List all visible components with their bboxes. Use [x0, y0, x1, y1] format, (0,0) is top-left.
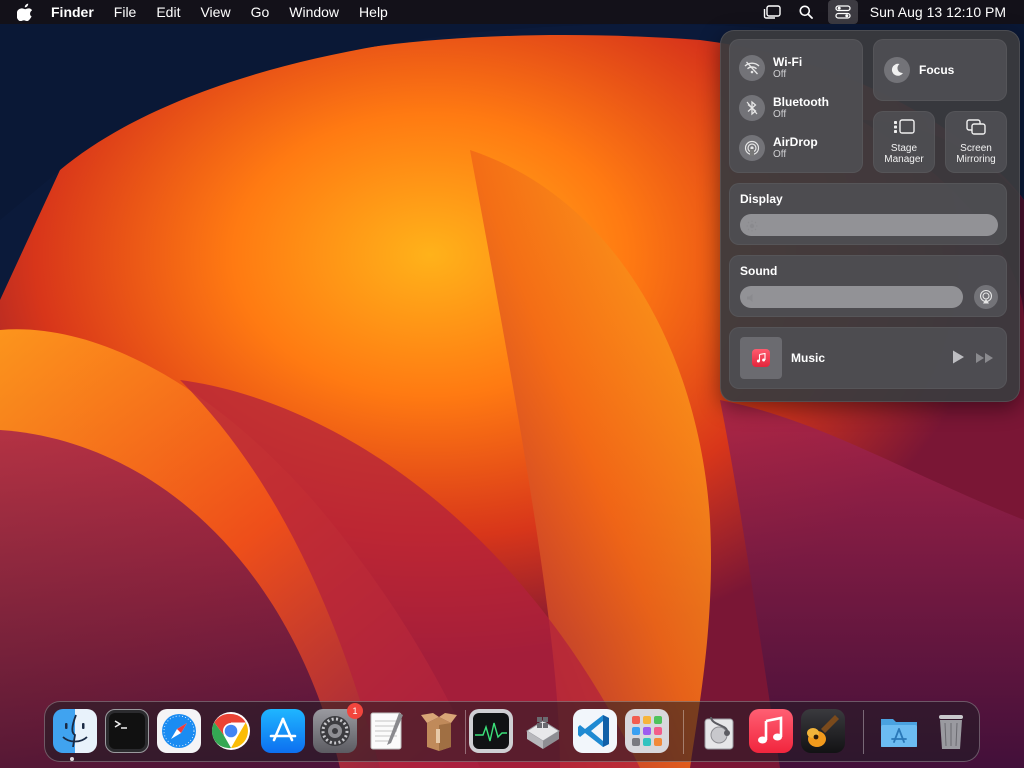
safari-icon[interactable]: [157, 709, 201, 753]
menu-bar: Finder File Edit View Go Window Help Sun…: [0, 0, 1024, 24]
stage-manager-icon[interactable]: [760, 0, 784, 24]
fast-forward-icon[interactable]: [975, 351, 995, 369]
airdrop-toggle[interactable]: AirDrop Off: [739, 135, 818, 161]
trash-icon[interactable]: [929, 709, 973, 753]
app-store-icon[interactable]: [261, 709, 305, 753]
sound-tile: Sound: [729, 255, 1007, 317]
connectivity-tile: Wi-Fi Off Bluetooth Off AirDrop Off: [729, 39, 863, 173]
settings-notification-badge: 1: [347, 703, 363, 719]
now-playing-tile[interactable]: Music: [729, 327, 1007, 389]
menu-view[interactable]: View: [200, 0, 230, 24]
terminal-icon[interactable]: [105, 709, 149, 753]
play-icon[interactable]: [951, 349, 965, 370]
bluetooth-status: Off: [773, 109, 787, 120]
sound-label: Sound: [740, 264, 778, 278]
screen-mirroring-label-line1: Screen: [960, 143, 992, 154]
wifi-label: Wi-Fi: [773, 55, 803, 69]
brightness-slider[interactable]: [740, 214, 998, 236]
stage-manager-icon: [873, 119, 935, 135]
music-icon[interactable]: [749, 709, 793, 753]
menu-file[interactable]: File: [114, 0, 137, 24]
control-center-panel: Wi-Fi Off Bluetooth Off AirDrop Off Focu…: [720, 30, 1020, 402]
chrome-icon[interactable]: [209, 709, 253, 753]
airdrop-status: Off: [773, 149, 787, 160]
finder-running-indicator: [70, 757, 74, 761]
dock-separator: [863, 710, 864, 754]
garageband-icon[interactable]: [801, 709, 845, 753]
airdrop-icon: [739, 135, 765, 161]
dock-separator: [683, 710, 684, 754]
stage-manager-label-line2: Manager: [884, 154, 924, 165]
wifi-toggle[interactable]: Wi-Fi Off: [739, 55, 802, 81]
textedit-icon[interactable]: [365, 709, 409, 753]
bluetooth-off-icon: [739, 95, 765, 121]
airplay-audio-icon[interactable]: [974, 285, 998, 309]
finder-icon[interactable]: [53, 709, 97, 753]
menu-edit[interactable]: Edit: [156, 0, 180, 24]
music-note-icon: [752, 349, 770, 367]
control-center-icon[interactable]: [827, 0, 858, 24]
screen-mirroring-icon: [945, 119, 1007, 135]
menu-window[interactable]: Window: [289, 0, 339, 24]
display-label: Display: [740, 192, 783, 206]
bluetooth-label: Bluetooth: [773, 95, 829, 109]
speaker-icon: [746, 291, 758, 309]
menu-go[interactable]: Go: [251, 0, 270, 24]
disk-utility-icon[interactable]: [697, 709, 741, 753]
archive-utility-icon[interactable]: [417, 709, 461, 753]
apple-icon[interactable]: [17, 3, 35, 21]
system-settings-icon[interactable]: 1: [313, 703, 363, 753]
applications-folder-icon[interactable]: [877, 709, 921, 753]
now-playing-title: Music: [791, 351, 826, 365]
wifi-status: Off: [773, 69, 787, 80]
sun-icon: [746, 219, 758, 237]
screen-mirroring-tile[interactable]: Screen Mirroring: [945, 111, 1007, 173]
music-album-art: [740, 337, 782, 379]
airdrop-label: AirDrop: [773, 135, 818, 149]
launchpad-icon[interactable]: [625, 709, 669, 753]
boot-camp-icon[interactable]: [521, 709, 565, 753]
stage-manager-label-line1: Stage: [890, 143, 918, 154]
vscode-icon[interactable]: [573, 709, 617, 753]
wifi-off-icon: [739, 55, 765, 81]
menu-clock[interactable]: Sun Aug 13 12:10 PM: [870, 4, 1006, 20]
stage-manager-tile[interactable]: Stage Manager: [873, 111, 935, 173]
focus-label: Focus: [919, 63, 955, 77]
moon-icon: [884, 57, 910, 83]
volume-slider[interactable]: [740, 286, 963, 308]
dock-separator: [465, 710, 466, 754]
activity-monitor-icon[interactable]: [469, 709, 513, 753]
focus-tile[interactable]: Focus: [873, 39, 1007, 101]
dock: 1: [44, 701, 980, 762]
menu-app-name[interactable]: Finder: [51, 0, 94, 24]
display-tile: Display: [729, 183, 1007, 245]
bluetooth-toggle[interactable]: Bluetooth Off: [739, 95, 829, 121]
screen-mirroring-label-line2: Mirroring: [956, 154, 996, 165]
menu-help[interactable]: Help: [359, 0, 388, 24]
spotlight-search-icon[interactable]: [794, 0, 818, 24]
